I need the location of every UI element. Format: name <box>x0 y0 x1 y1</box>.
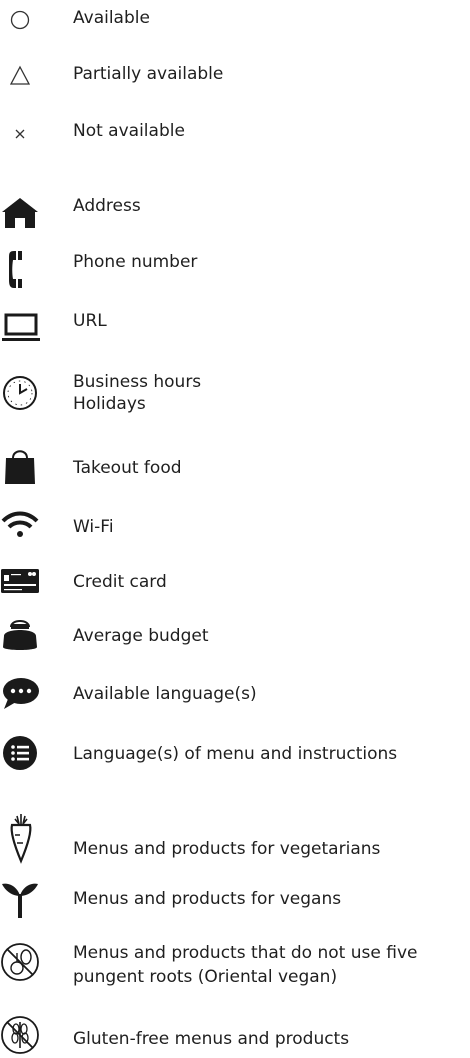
circle-icon <box>0 4 44 48</box>
list-icon <box>0 732 44 776</box>
average-budget-label: Average budget <box>73 626 209 646</box>
oriental-vegan-label-line1: Menus and products that do not use five <box>73 943 418 963</box>
available-languages-label: Available language(s) <box>73 684 257 704</box>
phone-icon <box>0 246 44 290</box>
triangle-icon <box>0 60 44 104</box>
vegan-label: Menus and products for vegans <box>73 889 342 909</box>
no-wheat-icon <box>0 1012 44 1056</box>
address-label: Address <box>73 196 141 216</box>
partially-available-label: Partially available <box>73 64 224 84</box>
phone-number-label: Phone number <box>73 252 198 272</box>
wifi-icon <box>0 505 44 549</box>
speech-bubble-icon <box>0 672 44 716</box>
takeout-food-label: Takeout food <box>73 458 182 478</box>
bag-icon <box>0 444 44 488</box>
vegetarian-label: Menus and products for vegetarians <box>73 839 381 859</box>
home-icon <box>0 190 44 234</box>
business-hours-label: Business hours <box>73 372 202 392</box>
cross-icon <box>0 117 44 161</box>
wifi-label: Wi-Fi <box>73 517 114 537</box>
no-garlic-icon <box>0 939 44 983</box>
not-available-label: Not available <box>73 121 185 141</box>
available-label: Available <box>73 8 150 28</box>
oriental-vegan-label-line2: pungent roots (Oriental vegan) <box>73 967 338 987</box>
carrot-icon <box>0 813 44 864</box>
credit-card-label: Credit card <box>73 572 167 592</box>
sprout-icon <box>0 878 44 922</box>
credit-card-icon <box>0 560 44 604</box>
menu-languages-label: Language(s) of menu and instructions <box>73 744 398 764</box>
purse-icon <box>0 614 44 658</box>
laptop-icon <box>0 305 44 349</box>
url-label: URL <box>73 311 107 331</box>
clock-icon <box>0 366 44 410</box>
holidays-label: Holidays <box>73 394 146 414</box>
gluten-free-label: Gluten-free menus and products <box>73 1029 350 1049</box>
